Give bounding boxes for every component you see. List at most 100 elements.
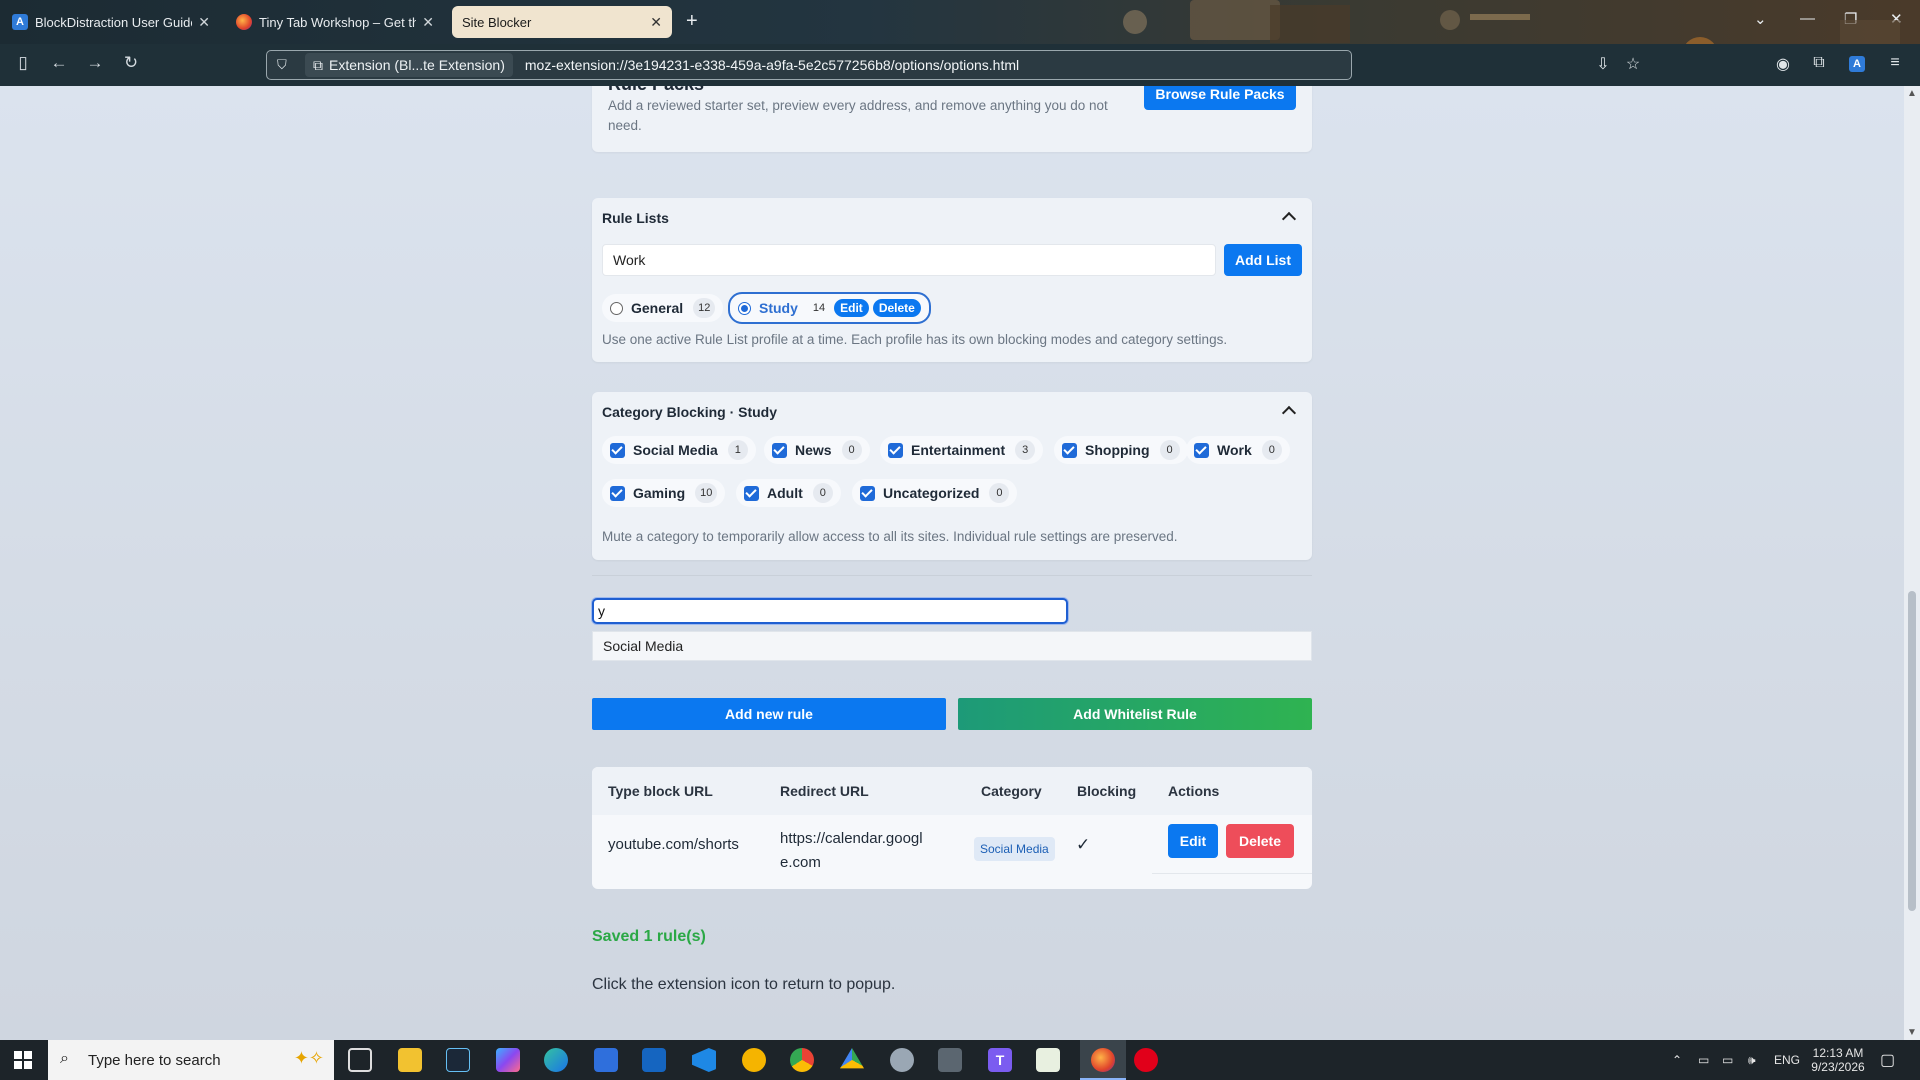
reload-icon[interactable]: ↻ [118, 53, 144, 73]
notifications-icon[interactable]: ▢ [1880, 1040, 1895, 1080]
delete-list-button[interactable]: Delete [872, 299, 921, 317]
checkbox[interactable] [860, 485, 875, 501]
app-gear-icon[interactable] [890, 1048, 914, 1072]
radio-button[interactable] [738, 301, 751, 315]
meet-now-icon[interactable]: ▭ [1698, 1040, 1709, 1080]
edit-rule-button[interactable]: Edit [1168, 824, 1218, 858]
add-whitelist-rule-button[interactable]: Add Whitelist Rule [958, 698, 1312, 730]
teams-icon[interactable]: T [988, 1048, 1012, 1072]
category-work[interactable]: Work 0 [1186, 436, 1290, 464]
checkbox[interactable] [1194, 442, 1209, 458]
close-icon[interactable]: ✕ [198, 14, 210, 31]
url-text[interactable]: moz-extension://3e194231-e338-459a-a9fa-… [525, 57, 1019, 73]
google-drive-icon[interactable] [840, 1048, 864, 1069]
identity-chip[interactable]: ⧉ Extension (Bl...te Extension) [305, 53, 513, 77]
microsoft-store-icon[interactable] [594, 1048, 618, 1072]
close-icon[interactable]: ✕ [422, 14, 434, 31]
close-icon[interactable]: ✕ [650, 14, 662, 31]
category-shopping[interactable]: Shopping 0 [1054, 436, 1188, 464]
volume-icon[interactable]: 🕪 [1748, 1040, 1756, 1080]
category-name: Uncategorized [883, 485, 980, 501]
language-indicator[interactable]: ENG [1774, 1040, 1800, 1080]
column-header-redirect-url: Redirect URL [780, 783, 869, 799]
close-window-icon[interactable]: ✕ [1890, 10, 1903, 28]
scroll-up-arrow-icon[interactable]: ▲ [1907, 88, 1917, 99]
rule-list-general[interactable]: General 12 [602, 294, 724, 322]
search-icon: ⌕ [60, 1050, 69, 1067]
rule-list-name-input[interactable] [602, 244, 1216, 276]
rule-list-study[interactable]: Study 14 Edit Delete [728, 292, 931, 324]
restore-icon[interactable]: ❐ [1844, 10, 1857, 28]
blockdistraction-extension-icon[interactable]: A [1846, 54, 1868, 72]
category-gaming[interactable]: Gaming 10 [602, 479, 726, 507]
app-yellow-icon[interactable] [742, 1048, 766, 1072]
clock[interactable]: 12:13 AM 9/23/2026 [1806, 1040, 1870, 1080]
search-placeholder: Type here to search [88, 1051, 221, 1069]
identity-label: Extension (Bl...te Extension) [329, 57, 505, 73]
page-scrollbar[interactable]: ▲ ▼ [1904, 86, 1920, 1040]
footer-hint: Click the extension icon to return to po… [592, 976, 896, 993]
steam-icon[interactable] [446, 1048, 470, 1072]
copilot-icon[interactable] [496, 1048, 520, 1072]
category-name: Social Media [633, 442, 718, 458]
minimize-icon[interactable]: — [1800, 10, 1815, 27]
forward-icon[interactable]: → [82, 53, 108, 73]
list-all-tabs-icon[interactable]: ⌄ [1754, 10, 1767, 28]
category-news[interactable]: News 0 [764, 436, 870, 464]
tab-title: BlockDistraction User Guide: Ru [35, 14, 192, 30]
account-icon[interactable]: ◉ [1772, 54, 1794, 74]
sidebar-icon[interactable]: ▯ [10, 53, 36, 73]
collapse-chevron-icon[interactable] [1282, 210, 1296, 224]
checkbox[interactable] [744, 485, 759, 501]
tab-title: Tiny Tab Workshop – Get this Tl [259, 14, 417, 30]
radio-button[interactable] [610, 301, 623, 315]
network-icon[interactable]: ▭ [1722, 1040, 1733, 1080]
category-uncategorized[interactable]: Uncategorized 0 [852, 479, 1018, 507]
category-select[interactable]: Social Media [592, 631, 1312, 661]
saved-status: Saved 1 rule(s) [592, 928, 706, 945]
download-icon[interactable]: ⇩ [1592, 54, 1614, 74]
calculator-icon[interactable] [938, 1048, 962, 1072]
category-entertainment[interactable]: Entertainment 3 [880, 436, 1044, 464]
tab-site-blocker[interactable]: Site Blocker ✕ [452, 6, 672, 38]
block-url-input[interactable] [592, 598, 1068, 624]
task-view-icon[interactable] [348, 1048, 372, 1072]
add-new-rule-button[interactable]: Add new rule [592, 698, 946, 730]
notepad-icon[interactable] [1036, 1048, 1060, 1072]
back-icon[interactable]: ← [46, 53, 72, 73]
edge-icon[interactable] [544, 1048, 568, 1072]
checkbox[interactable] [610, 485, 625, 501]
vscode-icon[interactable] [692, 1048, 716, 1072]
options-page: Rule Packs Add a reviewed starter set, p… [0, 86, 1920, 1040]
taskbar-search[interactable]: ⌕ Type here to search ✦✧ [48, 1040, 334, 1080]
extensions-icon[interactable]: ⧉ [1808, 54, 1830, 72]
address-bar[interactable]: ⛉ ⧉ Extension (Bl...te Extension) moz-ex… [266, 50, 1352, 80]
shield-icon[interactable]: ⛉ [277, 57, 295, 73]
category-social-media[interactable]: Social Media 1 [602, 436, 756, 464]
tray-overflow-icon[interactable]: ⌃ [1672, 1040, 1682, 1080]
tab-blockdistraction-guide[interactable]: A BlockDistraction User Guide: Ru ✕ [2, 6, 220, 38]
new-tab-icon[interactable]: + [686, 10, 698, 33]
scrollbar-thumb[interactable] [1908, 591, 1916, 911]
checkbox[interactable] [888, 442, 903, 458]
checkbox[interactable] [610, 442, 625, 458]
rule-lists-title: Rule Lists [602, 210, 669, 226]
file-explorer-icon[interactable] [398, 1048, 422, 1072]
windows-start-icon[interactable] [14, 1051, 32, 1069]
bookmark-star-icon[interactable]: ☆ [1622, 54, 1644, 74]
collapse-chevron-icon[interactable] [1282, 404, 1296, 418]
checkbox[interactable] [1062, 442, 1077, 458]
tab-tiny-tab-workshop[interactable]: Tiny Tab Workshop – Get this Tl ✕ [226, 6, 444, 38]
category-adult[interactable]: Adult 0 [736, 479, 841, 507]
opera-icon[interactable] [1134, 1048, 1158, 1072]
edit-list-button[interactable]: Edit [834, 299, 869, 317]
firefox-taskbar-item[interactable] [1080, 1040, 1126, 1080]
scroll-down-arrow-icon[interactable]: ▼ [1907, 1027, 1917, 1038]
delete-rule-button[interactable]: Delete [1226, 824, 1294, 858]
menu-icon[interactable]: ≡ [1884, 54, 1906, 72]
chrome-icon[interactable] [790, 1048, 814, 1072]
checkbox[interactable] [772, 442, 787, 458]
add-list-button[interactable]: Add List [1224, 244, 1302, 276]
browse-rule-packs-button[interactable]: Browse Rule Packs [1144, 86, 1296, 110]
outlook-icon[interactable] [642, 1048, 666, 1072]
